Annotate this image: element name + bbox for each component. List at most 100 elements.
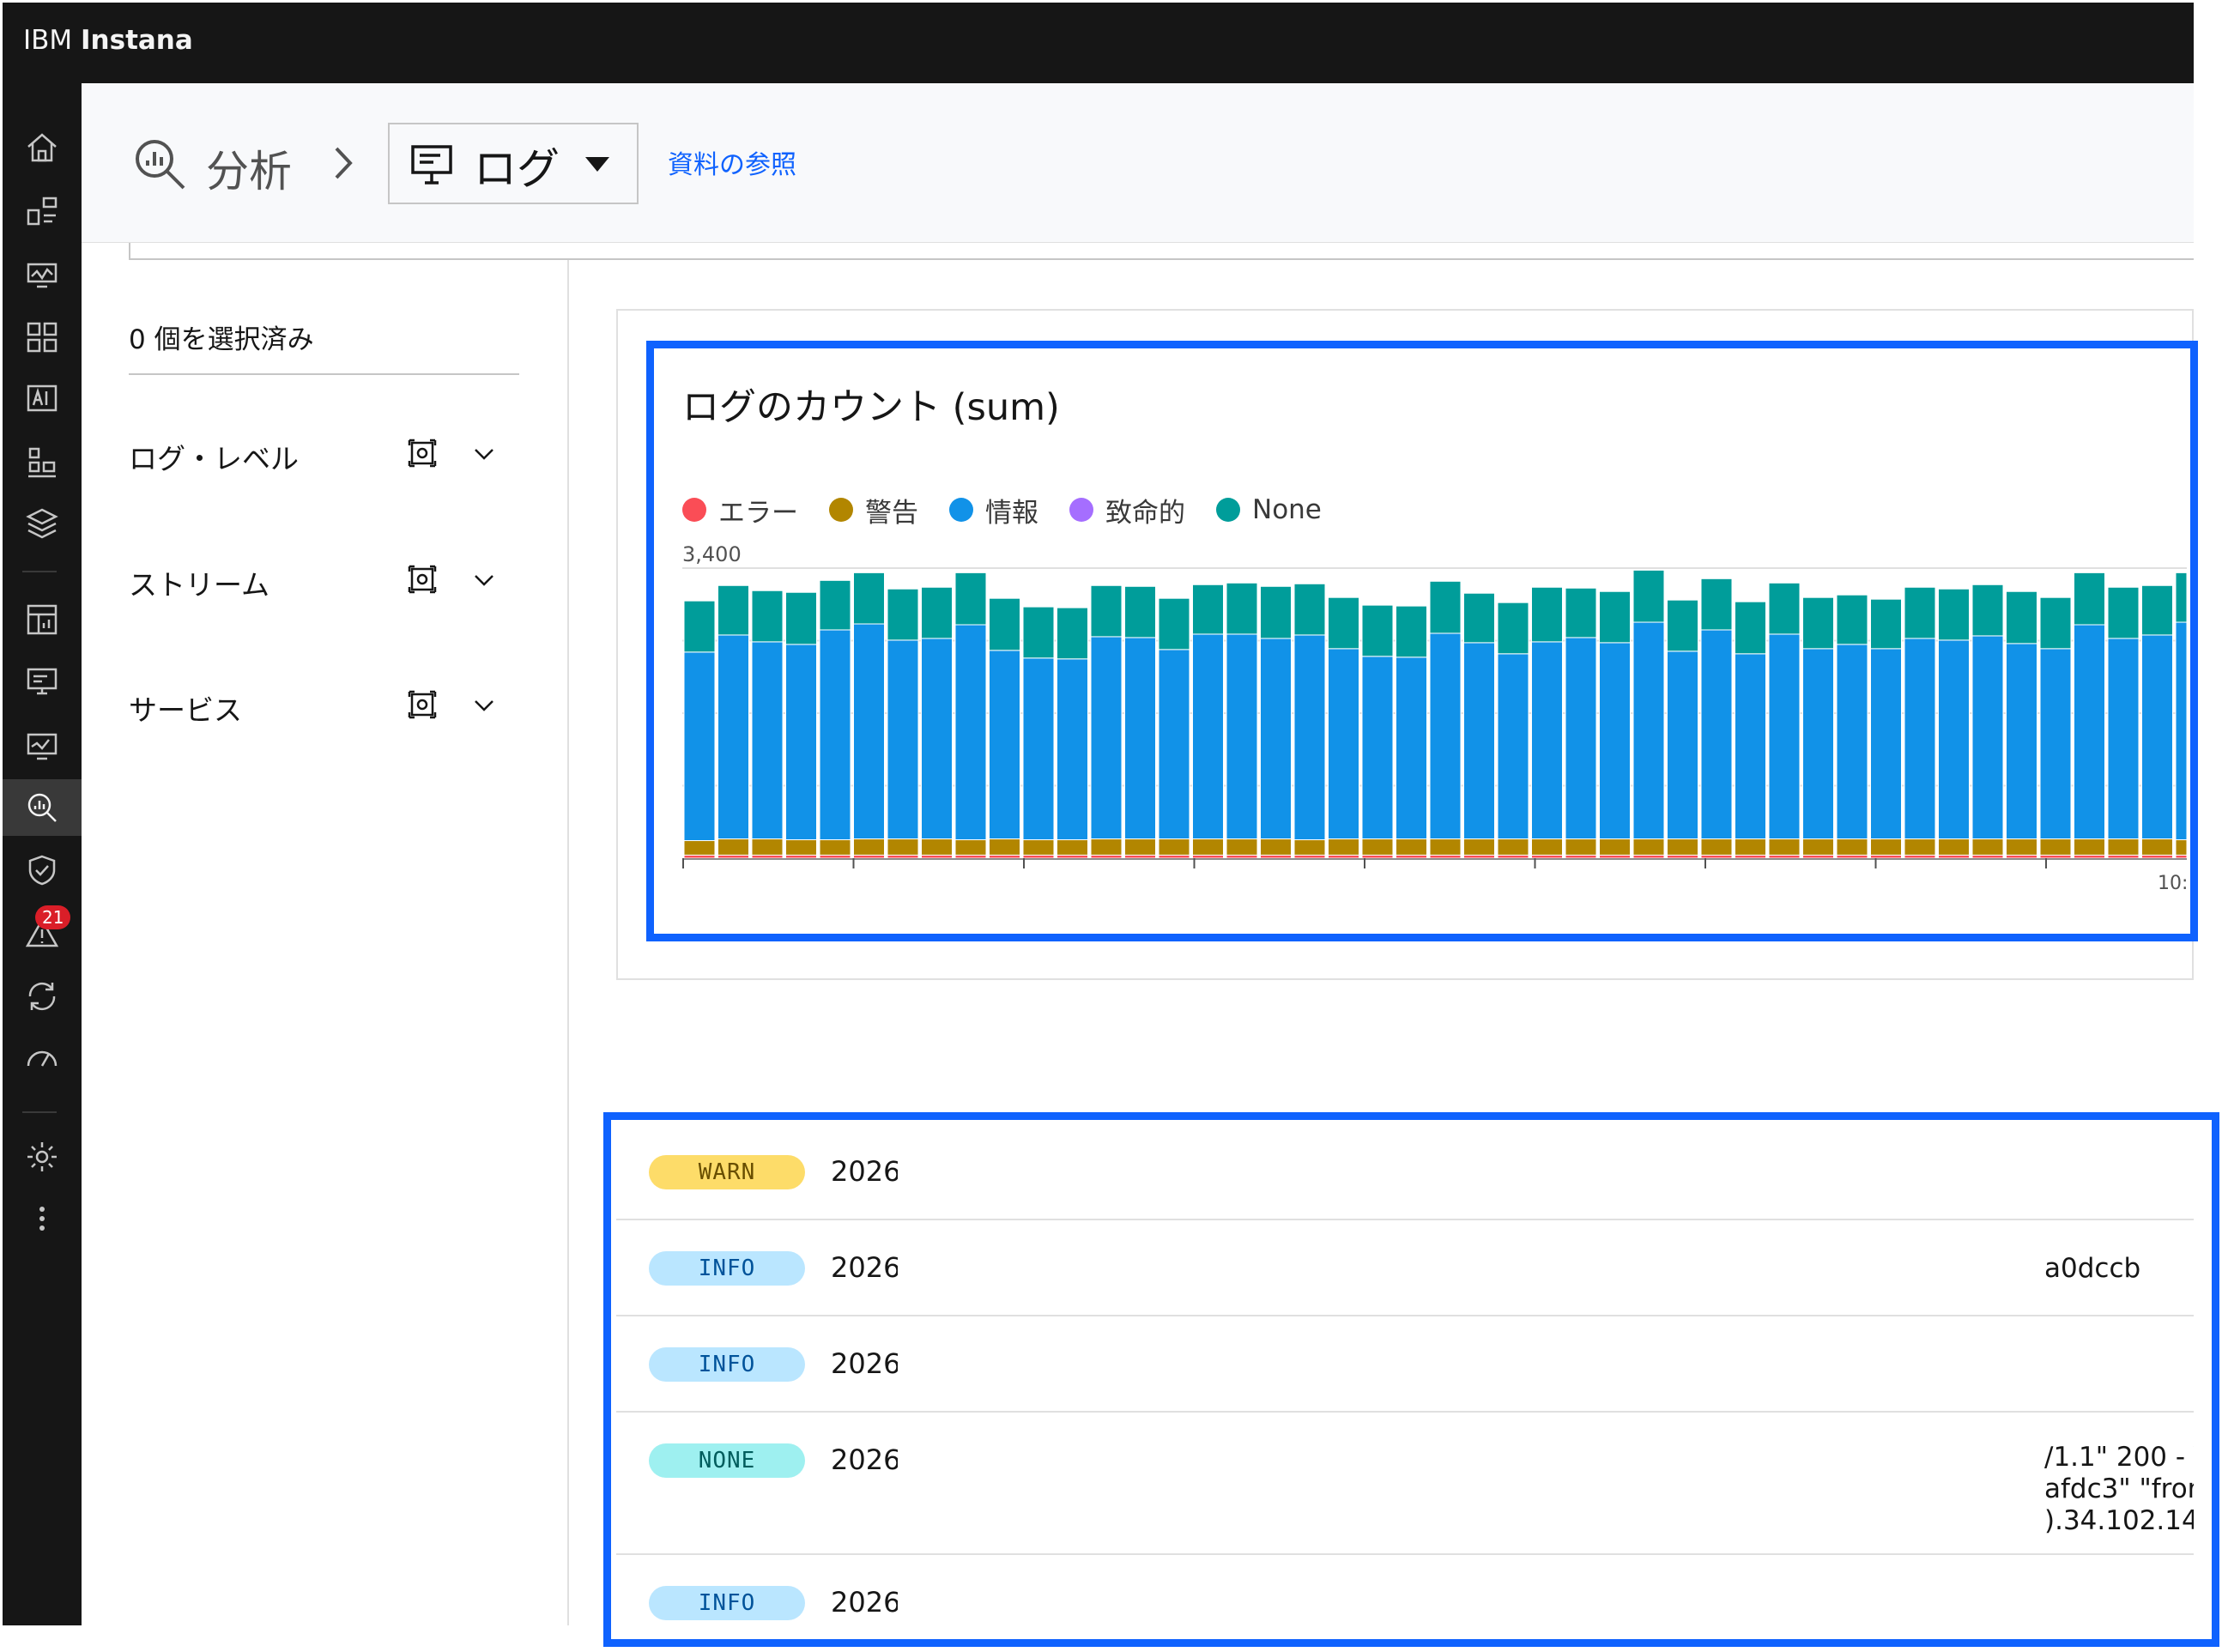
bar-segment-0[interactable] — [1057, 854, 1088, 859]
nav-ai-icon[interactable] — [3, 372, 82, 428]
bar-segment-0[interactable] — [683, 854, 716, 859]
bar-segment-2[interactable] — [1531, 641, 1563, 840]
bar-segment-2[interactable] — [2175, 621, 2187, 841]
bar-segment-2[interactable] — [1090, 636, 1123, 840]
bar-segment-2[interactable] — [2006, 643, 2037, 840]
bar-segment-4[interactable] — [1158, 597, 1190, 651]
bar-segment-1[interactable] — [1971, 838, 2004, 856]
bar-segment-0[interactable] — [2006, 854, 2037, 859]
bar-segment-2[interactable] — [1328, 648, 1359, 840]
bar-segment-4[interactable] — [989, 597, 1020, 651]
bar-segment-0[interactable] — [1328, 854, 1359, 859]
bar-segment-2[interactable] — [1904, 638, 1936, 840]
bar-segment-4[interactable] — [2074, 572, 2105, 626]
bar-segment-1[interactable] — [954, 839, 987, 856]
bar-segment-1[interactable] — [819, 839, 851, 856]
bar-segment-4[interactable] — [1700, 578, 1733, 631]
bar-segment-2[interactable] — [1429, 632, 1462, 840]
bar-segment-4[interactable] — [1565, 587, 1597, 638]
bar-segment-4[interactable] — [1328, 596, 1359, 650]
bar-segment-1[interactable] — [1396, 838, 1427, 856]
bar-segment-4[interactable] — [819, 579, 851, 631]
nav-slo-icon[interactable] — [3, 1029, 82, 1086]
bar-segment-0[interactable] — [1090, 854, 1123, 859]
brand-logo[interactable]: IBM Instana — [23, 25, 193, 56]
bar-segment-2[interactable] — [1971, 635, 2004, 840]
bar-segment-2[interactable] — [1938, 639, 1970, 840]
bar-segment-0[interactable] — [1361, 854, 1394, 859]
nav-analytics-icon[interactable] — [3, 779, 82, 836]
bar-segment-2[interactable] — [1836, 644, 1868, 840]
bar-segment-4[interactable] — [1938, 588, 1970, 641]
bar-segment-2[interactable] — [1632, 621, 1665, 840]
chevron-down-icon[interactable] — [472, 693, 496, 717]
bar-segment-0[interactable] — [2107, 854, 2140, 859]
bar-segment-1[interactable] — [853, 838, 885, 856]
bar-segment-1[interactable] — [887, 838, 919, 856]
bar-segment-1[interactable] — [1158, 838, 1190, 856]
bar-segment-2[interactable] — [1158, 649, 1190, 840]
bar-segment-2[interactable] — [2039, 648, 2072, 840]
bar-segment-0[interactable] — [1768, 854, 1801, 859]
bar-segment-1[interactable] — [1667, 838, 1698, 856]
legend-item-warning[interactable]: 警告 — [829, 491, 918, 529]
bar-segment-2[interactable] — [2107, 638, 2140, 840]
bar-segment-2[interactable] — [819, 629, 851, 841]
bar-segment-2[interactable] — [921, 638, 953, 840]
bar-segment-1[interactable] — [1022, 839, 1055, 856]
bar-segment-0[interactable] — [1971, 854, 2004, 859]
bar-segment-1[interactable] — [1700, 838, 1733, 856]
bar-segment-0[interactable] — [717, 854, 749, 859]
bar-segment-4[interactable] — [751, 590, 784, 643]
nav-synthetic-icon[interactable] — [3, 717, 82, 773]
bar-segment-1[interactable] — [2006, 838, 2037, 856]
bar-segment-2[interactable] — [954, 624, 987, 841]
bar-segment-0[interactable] — [1632, 854, 1665, 859]
bar-segment-1[interactable] — [1531, 838, 1563, 856]
bar-segment-1[interactable] — [1090, 838, 1123, 856]
bar-segment-1[interactable] — [1361, 838, 1394, 856]
bar-segment-0[interactable] — [1192, 854, 1224, 859]
legend-item-none[interactable]: None — [1216, 494, 1322, 525]
bar-segment-4[interactable] — [2039, 596, 2072, 650]
bar-segment-4[interactable] — [1022, 606, 1055, 659]
bar-segment-1[interactable] — [1260, 838, 1292, 856]
bar-segment-4[interactable] — [1226, 582, 1258, 635]
bar-segment-1[interactable] — [1836, 838, 1868, 856]
bar-segment-2[interactable] — [1396, 657, 1427, 840]
bar-segment-0[interactable] — [1293, 854, 1326, 859]
bar-segment-0[interactable] — [921, 854, 953, 859]
nav-services-icon[interactable] — [3, 434, 82, 491]
bar-segment-2[interactable] — [1361, 656, 1394, 840]
bar-segment-4[interactable] — [1293, 583, 1326, 636]
bar-segment-2[interactable] — [2141, 634, 2173, 840]
bar-segment-0[interactable] — [954, 854, 987, 859]
breadcrumb-analytics[interactable]: 分析 — [206, 137, 292, 199]
bar-segment-0[interactable] — [1158, 854, 1190, 859]
bar-segment-0[interactable] — [1497, 854, 1529, 859]
nav-infrastructure-icon[interactable] — [3, 309, 82, 366]
bar-segment-4[interactable] — [1463, 592, 1495, 644]
bar-segment-0[interactable] — [1802, 854, 1834, 859]
bar-segment-2[interactable] — [683, 651, 716, 842]
nav-more-icon[interactable] — [3, 1190, 82, 1247]
bar-segment-1[interactable] — [1870, 838, 1902, 856]
add-filter-icon[interactable] — [408, 565, 437, 594]
bar-segment-4[interactable] — [954, 572, 987, 626]
bar-segment-4[interactable] — [1192, 584, 1224, 635]
bar-segment-0[interactable] — [1870, 854, 1902, 859]
bar-segment-2[interactable] — [785, 644, 817, 841]
bar-segment-0[interactable] — [1260, 854, 1292, 859]
bar-segment-1[interactable] — [921, 838, 953, 856]
bar-segment-1[interactable] — [1565, 838, 1597, 856]
bar-segment-2[interactable] — [1802, 648, 1834, 840]
nav-monitor-icon[interactable] — [3, 653, 82, 710]
bar-segment-0[interactable] — [1396, 854, 1427, 859]
bar-segment-4[interactable] — [1904, 586, 1936, 639]
bar-segment-2[interactable] — [1057, 658, 1088, 841]
bar-segment-0[interactable] — [1226, 854, 1258, 859]
bar-segment-2[interactable] — [1497, 653, 1529, 840]
bar-segment-4[interactable] — [785, 591, 817, 645]
bar-segment-0[interactable] — [1904, 854, 1936, 859]
bar-segment-1[interactable] — [1057, 839, 1088, 856]
